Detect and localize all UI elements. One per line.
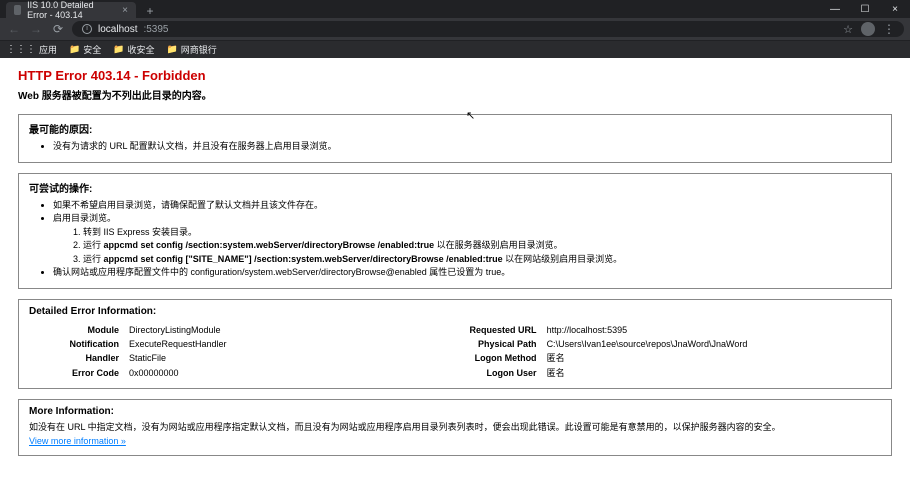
causes-heading: 最可能的原因: [29, 121, 881, 136]
detail-value: C:\Users\Ivan1ee\source\repos\JnaWord\Jn… [547, 337, 748, 351]
close-window-button[interactable]: × [880, 4, 910, 15]
moreinfo-box: More Information: 如没有在 URL 中指定文档，没有为网站或应… [18, 399, 892, 456]
browser-menu-icon[interactable]: ⋮ [883, 22, 894, 36]
actions-heading: 可尝试的操作: [29, 180, 881, 195]
causes-box: 最可能的原因: 没有为请求的 URL 配置默认文档，并且没有在服务器上启用目录浏… [18, 114, 892, 163]
back-button[interactable]: ← [6, 21, 22, 37]
actions-box: 可尝试的操作: 如果不希望启用目录浏览，请确保配置了默认文档并且该文件存在。 启… [18, 173, 892, 289]
detail-label: Requested URL [447, 323, 547, 337]
folder-icon: 📁 [113, 44, 124, 55]
profile-avatar-icon[interactable] [861, 22, 875, 36]
moreinfo-heading: More Information: [29, 406, 881, 417]
moreinfo-link[interactable]: View more information » [29, 436, 126, 446]
detail-value: StaticFile [129, 351, 166, 365]
browser-tab[interactable]: IIS 10.0 Detailed Error - 403.14 × [6, 2, 136, 18]
detail-value: 匿名 [547, 366, 565, 380]
action-item: 如果不希望启用目录浏览，请确保配置了默认文档并且该文件存在。 [53, 199, 881, 213]
action-item: 确认网站或应用程序配置文件中的 configuration/system.web… [53, 266, 881, 280]
bookmark-folder[interactable]: 📁收安全 [113, 43, 154, 56]
address-bar[interactable]: i localhost :5395 ☆ ⋮ [72, 21, 904, 37]
action-step: 运行 appcmd set config ["SITE_NAME"] /sect… [83, 253, 881, 267]
error-title: HTTP Error 403.14 - Forbidden [18, 68, 892, 83]
detail-value: DirectoryListingModule [129, 323, 221, 337]
url-host: localhost [98, 24, 137, 35]
detail-heading: Detailed Error Information: [29, 306, 881, 317]
new-tab-button[interactable]: + [142, 4, 158, 18]
action-step: 转到 IIS Express 安装目录。 [83, 226, 881, 240]
minimize-button[interactable]: — [820, 4, 850, 15]
close-tab-icon[interactable]: × [122, 5, 128, 16]
detail-label: Handler [29, 351, 129, 365]
apps-grid-icon: ⋮⋮⋮ [6, 44, 36, 55]
detail-label: Logon Method [447, 351, 547, 365]
cause-item: 没有为请求的 URL 配置默认文档，并且没有在服务器上启用目录浏览。 [53, 140, 881, 154]
detail-box: Detailed Error Information: ModuleDirect… [18, 299, 892, 390]
action-item: 启用目录浏览。 转到 IIS Express 安装目录。 运行 appcmd s… [53, 212, 881, 266]
folder-icon: 📁 [166, 44, 177, 55]
bookmark-folder[interactable]: 📁网商银行 [166, 43, 216, 56]
detail-label: Notification [29, 337, 129, 351]
detail-value: 匿名 [547, 351, 565, 365]
detail-value: 0x00000000 [129, 366, 179, 380]
bookmark-folder[interactable]: 📁安全 [69, 43, 101, 56]
maximize-button[interactable]: ☐ [850, 4, 880, 15]
detail-label: Physical Path [447, 337, 547, 351]
detail-label: Module [29, 323, 129, 337]
detail-value: ExecuteRequestHandler [129, 337, 227, 351]
tab-title: IIS 10.0 Detailed Error - 403.14 [27, 0, 116, 20]
apps-button[interactable]: ⋮⋮⋮应用 [6, 43, 57, 56]
detail-label: Error Code [29, 366, 129, 380]
reload-button[interactable]: ⟳ [50, 21, 66, 37]
moreinfo-text: 如没有在 URL 中指定文档，没有为网站或应用程序指定默认文档，而且没有为网站或… [29, 421, 881, 435]
detail-value: http://localhost:5395 [547, 323, 628, 337]
folder-icon: 📁 [69, 44, 80, 55]
detail-label: Logon User [447, 366, 547, 380]
bookmark-star-icon[interactable]: ☆ [843, 23, 853, 36]
url-port: :5395 [143, 24, 168, 35]
action-step: 运行 appcmd set config /section:system.web… [83, 239, 881, 253]
favicon-icon [14, 5, 21, 15]
forward-button: → [28, 21, 44, 37]
error-subtitle: Web 服务器被配置为不列出此目录的内容。 [18, 87, 892, 102]
site-info-icon[interactable]: i [82, 24, 92, 34]
